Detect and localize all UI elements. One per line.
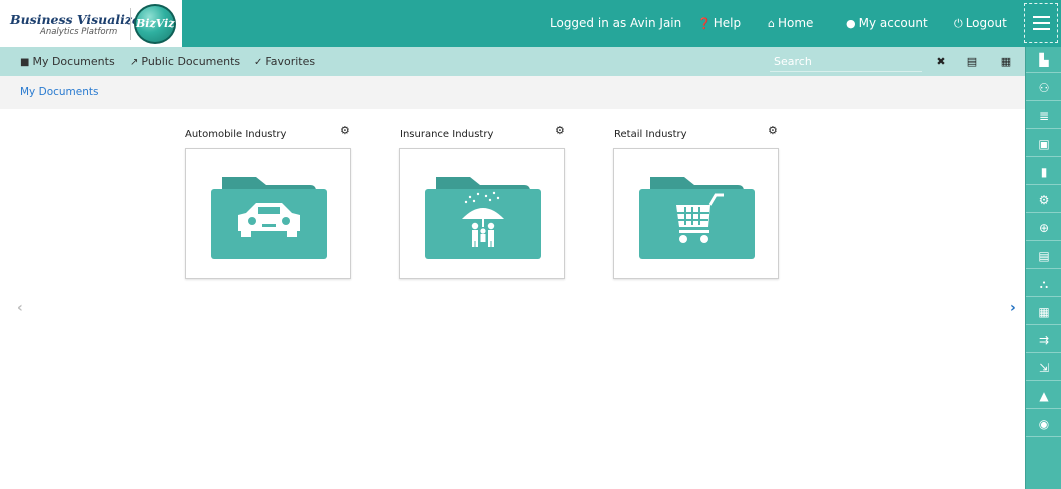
my-account-link[interactable]: ● My account — [846, 0, 928, 47]
folder-card-automobile[interactable] — [185, 148, 351, 279]
globe-icon[interactable]: ◉ — [1026, 411, 1061, 437]
top-header: Business Visualization Analytics Platfor… — [0, 0, 1061, 47]
next-arrow[interactable]: › — [1010, 300, 1016, 316]
breadcrumb-my-documents[interactable]: My Documents — [20, 86, 98, 98]
user-folder-icon[interactable]: ▙ — [1026, 47, 1061, 73]
hamburger-bar — [1033, 16, 1050, 18]
power-icon: ⏻ — [954, 17, 963, 30]
hamburger-bar — [1033, 28, 1050, 30]
clear-search-button[interactable]: ✖ — [931, 47, 951, 76]
breadcrumb: My Documents — [0, 76, 1025, 109]
folder-icon: ■ — [20, 57, 30, 68]
document-icon[interactable]: ▤ — [1026, 243, 1061, 269]
database-icon[interactable]: ≣ — [1026, 103, 1061, 129]
logo[interactable]: Business Visualization Analytics Platfor… — [0, 0, 182, 47]
folder-title: Retail Industry — [614, 129, 687, 140]
gear-icon[interactable]: ⚙ — [555, 124, 565, 137]
zoom-icon[interactable]: ⊕ — [1026, 215, 1061, 241]
logout-label: Logout — [965, 16, 1007, 30]
help-label: Help — [713, 16, 742, 30]
folder-card-insurance[interactable] — [399, 148, 565, 279]
home-icon: ⌂ — [768, 17, 775, 30]
gear-icon[interactable]: ⚙ — [340, 124, 350, 137]
menu-button[interactable] — [1024, 3, 1058, 43]
report-search-icon[interactable]: ▣ — [1026, 131, 1061, 157]
tab-public-documents[interactable]: ↗ Public Documents — [130, 47, 240, 76]
tab-favorites[interactable]: ✓ Favorites — [254, 47, 315, 76]
hamburger-bar — [1033, 22, 1050, 24]
logo-subtitle: Analytics Platform — [40, 27, 118, 37]
folder-card-retail[interactable] — [613, 148, 779, 279]
folder-title: Insurance Industry — [400, 129, 494, 140]
tab-label: Public Documents — [141, 55, 241, 68]
logged-in-label: Logged in as Avin Jain — [550, 16, 682, 30]
logo-divider — [130, 8, 131, 40]
help-link[interactable]: ❓ Help — [697, 0, 741, 47]
home-link[interactable]: ⌂ Home — [768, 0, 813, 47]
folder-title: Automobile Industry — [185, 129, 287, 140]
logo-badge-text: BizViz — [136, 17, 175, 30]
export-icon[interactable]: ⇲ — [1026, 355, 1061, 381]
document-toolbar: ■ My Documents ↗ Public Documents ✓ Favorit… — [0, 47, 1025, 76]
logout-link[interactable]: ⏻ Logout — [954, 0, 1007, 47]
list-view-button[interactable]: ▤ — [962, 47, 982, 76]
tab-my-documents[interactable]: ■ My Documents — [20, 47, 115, 76]
edit-report-icon[interactable]: ▮ — [1026, 159, 1061, 185]
my-account-label: My account — [858, 16, 928, 30]
right-tool-rail: ▙ ⚇ ≣ ▣ ▮ ⚙ ⊕ ▤ ⛬ ▦ ⇉ ⇲ ▲ ◉ — [1025, 47, 1061, 489]
favorite-check-icon: ✓ — [254, 57, 263, 68]
bizviz-logo-icon: BizViz — [134, 4, 176, 44]
search-input[interactable] — [770, 51, 922, 72]
tab-label: Favorites — [265, 55, 316, 68]
tab-label: My Documents — [32, 55, 115, 68]
user-settings-icon[interactable]: ⚙ — [1026, 187, 1061, 213]
cloud-drive-icon[interactable]: ▲ — [1026, 383, 1061, 409]
user-icon: ● — [846, 17, 856, 30]
org-chart-icon[interactable]: ⛬ — [1026, 271, 1061, 297]
umbrella-family-folder-icon — [425, 177, 541, 259]
share-icon: ↗ — [130, 57, 139, 68]
help-icon: ❓ — [697, 17, 711, 30]
users-icon[interactable]: ⚇ — [1026, 75, 1061, 101]
car-folder-icon — [211, 177, 327, 259]
shopping-cart-folder-icon — [639, 177, 755, 259]
grid-view-button[interactable]: ▦ — [996, 47, 1016, 76]
data-flow-icon[interactable]: ⇉ — [1026, 327, 1061, 353]
previous-arrow[interactable]: ‹ — [17, 300, 23, 316]
dashboard-icon[interactable]: ▦ — [1026, 299, 1061, 325]
home-label: Home — [777, 16, 814, 30]
gear-icon[interactable]: ⚙ — [768, 124, 778, 137]
